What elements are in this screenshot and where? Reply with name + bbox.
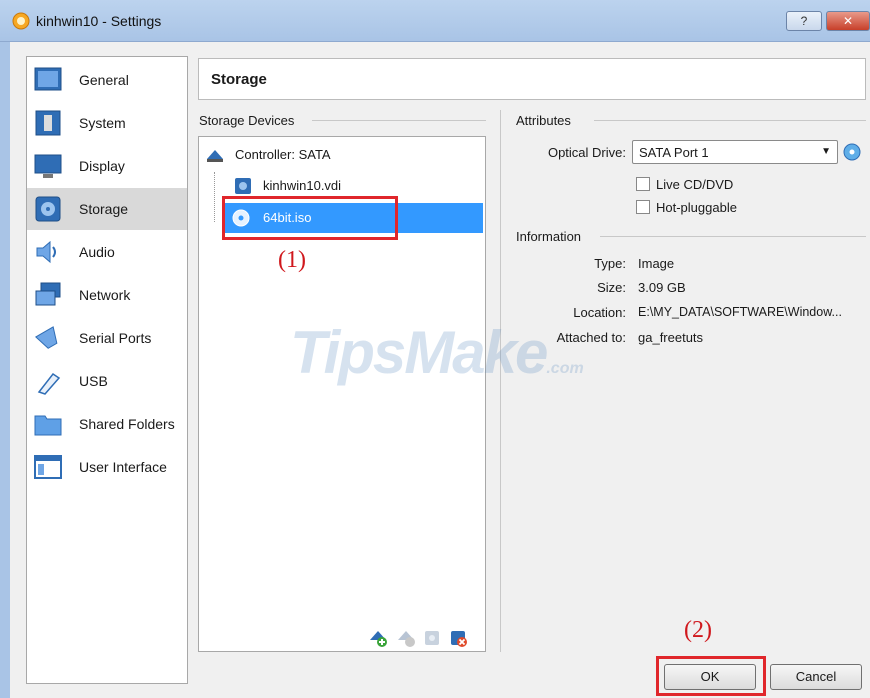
- sidebar-item-label: General: [79, 72, 129, 88]
- watermark: TipsMake.com: [290, 318, 584, 387]
- size-label: Size:: [597, 280, 626, 295]
- watermark-text: TipsMake: [290, 319, 548, 386]
- live-cd-label: Live CD/DVD: [656, 177, 734, 192]
- controller-label: Controller: SATA: [235, 147, 331, 162]
- optical-drive-label: Optical Drive:: [547, 145, 626, 160]
- audio-icon: [36, 240, 56, 264]
- page-title: Storage: [211, 71, 267, 88]
- sidebar-item-label: Audio: [79, 244, 115, 260]
- ok-button[interactable]: OK: [664, 664, 756, 690]
- storage-devices-label: Storage Devices: [199, 113, 295, 128]
- system-icon: [35, 110, 61, 136]
- type-value: Image: [638, 256, 675, 271]
- help-button[interactable]: ?: [786, 11, 822, 31]
- hot-pluggable-label: Hot-pluggable: [656, 200, 737, 215]
- sidebar-item-label: USB: [79, 373, 108, 389]
- folder-icon: [34, 415, 62, 436]
- add-attachment-icon[interactable]: [422, 628, 442, 648]
- tree-controller-sata[interactable]: Controller: SATA: [205, 142, 475, 168]
- window-title: kinhwin10 - Settings: [36, 13, 162, 29]
- attributes-label: Attributes: [516, 113, 571, 128]
- sidebar-item-label: System: [79, 115, 126, 131]
- sidebar-item-display[interactable]: Display: [27, 145, 187, 187]
- sidebar-item-system[interactable]: System: [27, 102, 187, 144]
- information-label: Information: [516, 229, 582, 244]
- optical-drive-select[interactable]: SATA Port 1 ▼: [632, 140, 838, 164]
- storage-icon: [35, 196, 61, 222]
- optical-drive-value: SATA Port 1: [639, 145, 709, 160]
- sidebar-item-label: Serial Ports: [79, 330, 152, 346]
- settings-sidebar: General System Display Storage Audio Net…: [26, 56, 188, 684]
- choose-disk-icon[interactable]: [842, 142, 862, 162]
- size-value: 3.09 GB: [638, 280, 686, 295]
- chevron-down-icon: ▼: [821, 146, 831, 157]
- add-controller-icon[interactable]: [368, 628, 388, 648]
- usb-icon: [37, 372, 61, 395]
- sidebar-item-general[interactable]: General: [27, 59, 187, 101]
- section-divider: [600, 236, 866, 237]
- window-border: [0, 42, 10, 698]
- user-interface-icon: [34, 455, 62, 479]
- sidebar-item-label: Network: [79, 287, 131, 303]
- live-cd-checkbox[interactable]: [636, 177, 650, 191]
- type-label: Type:: [594, 256, 626, 271]
- section-divider: [312, 120, 486, 121]
- virtualbox-icon: [12, 12, 30, 30]
- sidebar-item-label: Storage: [79, 201, 129, 217]
- cancel-button[interactable]: Cancel: [770, 664, 862, 690]
- sidebar-item-serial-ports[interactable]: Serial Ports: [27, 317, 187, 359]
- remove-controller-icon[interactable]: [396, 628, 416, 648]
- display-icon: [34, 154, 62, 178]
- hot-pluggable-checkbox[interactable]: [636, 200, 650, 214]
- sidebar-item-shared-folders[interactable]: Shared Folders: [27, 403, 187, 445]
- location-value: E:\MY_DATA\SOFTWARE\Window...: [638, 305, 842, 319]
- annotation-box-1: [222, 196, 398, 240]
- serial-port-icon: [35, 326, 58, 349]
- close-button[interactable]: ✕: [826, 11, 870, 31]
- sidebar-item-label: Display: [79, 158, 125, 174]
- sidebar-item-label: Shared Folders: [79, 416, 175, 432]
- title-bar: kinhwin10 - Settings ? ✕: [0, 0, 870, 42]
- page-header: Storage: [198, 58, 866, 100]
- annotation-label-1: (1): [278, 247, 306, 273]
- general-icon: [34, 67, 62, 91]
- section-divider: [594, 120, 866, 121]
- sidebar-item-label: User Interface: [79, 459, 167, 475]
- network-icon: [35, 282, 61, 306]
- tree-connector: [214, 172, 215, 222]
- watermark-suffix: .com: [546, 360, 584, 377]
- sidebar-item-storage[interactable]: Storage: [27, 188, 187, 230]
- sidebar-item-audio[interactable]: Audio: [27, 231, 187, 273]
- sidebar-item-user-interface[interactable]: User Interface: [27, 446, 187, 488]
- hard-disk-icon: [235, 178, 251, 194]
- tree-item-label: kinhwin10.vdi: [263, 178, 342, 193]
- sidebar-item-usb[interactable]: USB: [27, 360, 187, 402]
- controller-icon: [207, 150, 223, 162]
- sidebar-item-network[interactable]: Network: [27, 274, 187, 316]
- annotation-label-2: (2): [684, 617, 712, 643]
- remove-attachment-icon[interactable]: [448, 628, 468, 648]
- attached-to-value: ga_freetuts: [638, 330, 704, 345]
